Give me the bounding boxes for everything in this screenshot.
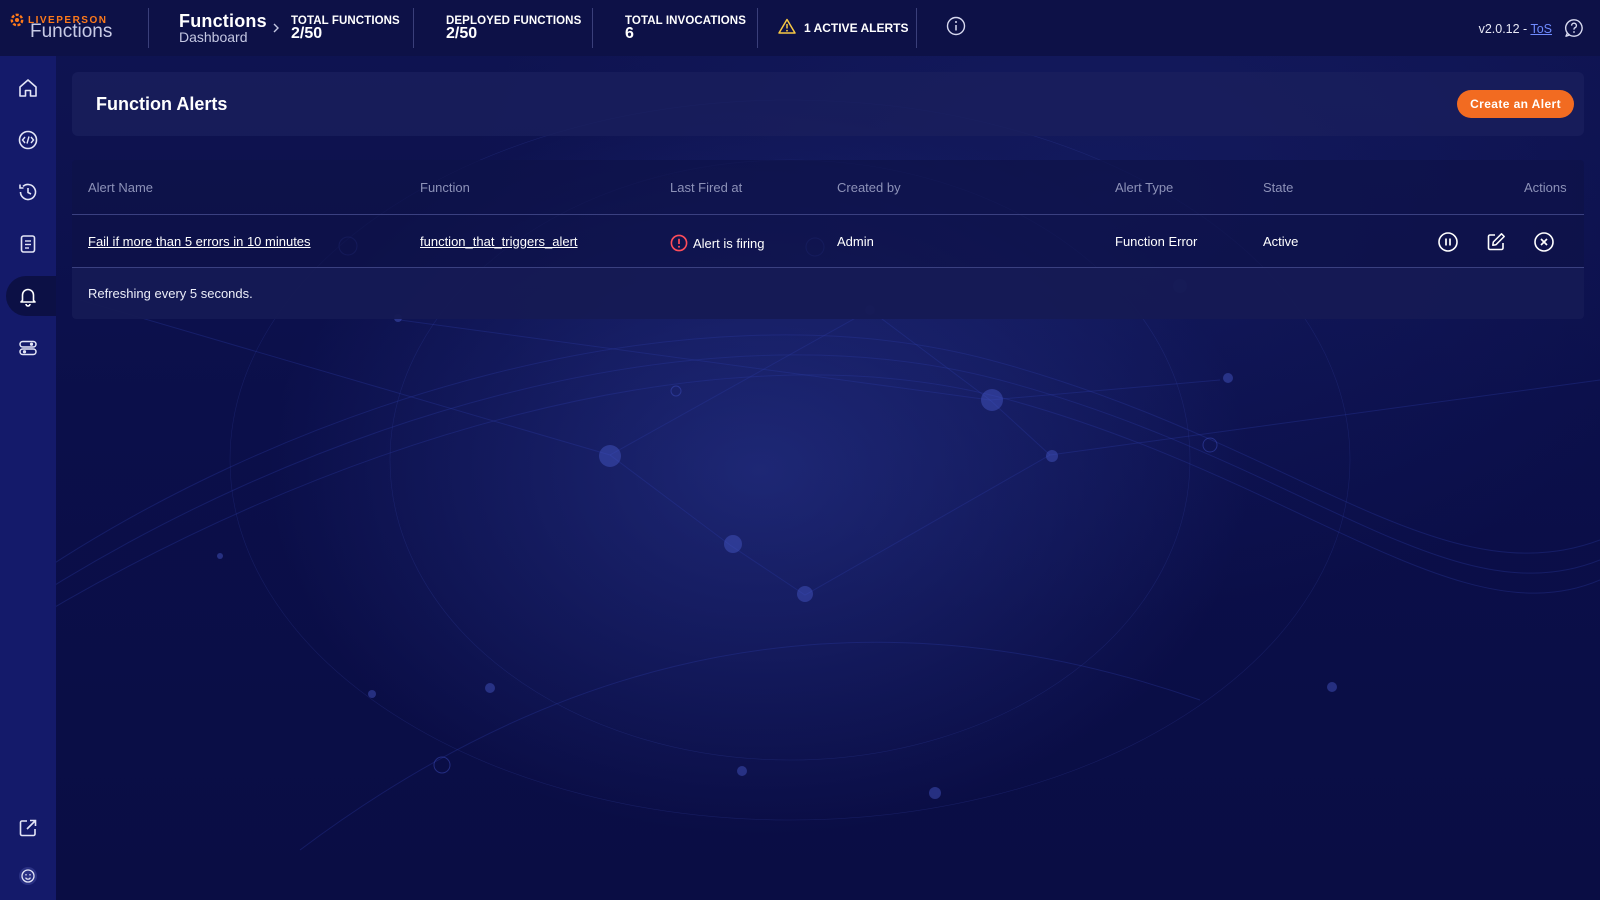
app-subtitle: Dashboard [179, 29, 248, 45]
stat-value: 6 [625, 25, 634, 42]
column-header-state[interactable]: State [1263, 180, 1293, 195]
sidebar-item-external-link[interactable] [0, 806, 56, 850]
table-footer: Refreshing every 5 seconds. [72, 268, 1584, 319]
delete-alert-button[interactable] [1532, 230, 1556, 254]
smiley-icon [19, 867, 37, 885]
column-header-last-fired[interactable]: Last Fired at [670, 180, 742, 195]
edit-alert-button[interactable] [1484, 230, 1508, 254]
settings-toggle-icon [19, 340, 37, 356]
top-bar: LIVEPERSON Functions Functions Dashboard… [0, 0, 1600, 56]
stat-value: 2/50 [446, 25, 478, 42]
code-icon [18, 130, 38, 150]
refresh-status: Refreshing every 5 seconds. [88, 286, 253, 301]
sidebar-item-home[interactable] [0, 66, 56, 110]
page-title: Function Alerts [96, 94, 228, 114]
alert-name-cell: Fail if more than 5 errors in 10 minutes [88, 234, 311, 249]
alert-name-link[interactable]: Fail if more than 5 errors in 10 minutes [88, 234, 311, 249]
help-icon[interactable] [1564, 18, 1584, 43]
pause-icon [1438, 232, 1458, 252]
sidebar-item-feedback[interactable] [0, 854, 56, 898]
active-alerts-label: 1 ACTIVE ALERTS [804, 21, 909, 35]
version-text: v2.0.12 - [1478, 22, 1531, 36]
tos-link[interactable]: ToS [1530, 22, 1552, 36]
create-alert-button[interactable]: Create an Alert [1457, 90, 1574, 118]
column-header-alert-name[interactable]: Alert Name [88, 180, 153, 195]
warning-icon [778, 18, 796, 39]
version-info: v2.0.12 - ToS [1479, 22, 1552, 36]
last-fired-text: Alert is firing [693, 235, 765, 251]
state-cell: Active [1263, 234, 1299, 249]
alert-firing-icon [670, 234, 688, 252]
function-link[interactable]: function_that_triggers_alert [420, 234, 578, 249]
stat-label: TOTAL INVOCATIONS [625, 15, 746, 27]
info-button[interactable] [917, 0, 995, 56]
stat-total-functions: TOTAL FUNCTIONS 2/50 [291, 0, 413, 56]
brand[interactable]: LIVEPERSON Functions [0, 0, 148, 56]
alert-type-cell: Function Error [1115, 234, 1198, 249]
home-icon [19, 79, 37, 97]
page-header: Function Alerts Create an Alert [72, 72, 1584, 136]
info-icon [946, 16, 966, 41]
page-breadcrumb: Functions Dashboard [149, 0, 267, 56]
last-fired-cell: Alert is firing [670, 234, 765, 252]
delete-icon [1534, 232, 1554, 252]
sidebar-item-alerts[interactable] [0, 274, 56, 318]
edit-icon [1487, 233, 1505, 251]
created-by-cell: Admin [837, 234, 874, 249]
column-header-created-by[interactable]: Created by [837, 180, 901, 195]
alerts-table: Alert Name Function Last Fired at Create… [72, 160, 1584, 319]
bell-icon [20, 288, 36, 307]
column-header-function[interactable]: Function [420, 180, 470, 195]
sidebar-item-history[interactable] [0, 170, 56, 214]
pause-alert-button[interactable] [1436, 230, 1460, 254]
active-alerts-indicator[interactable]: 1 ACTIVE ALERTS [758, 0, 916, 56]
liveperson-logo-icon [10, 13, 24, 27]
stat-deployed-functions: DEPLOYED FUNCTIONS 2/50 [414, 0, 592, 56]
column-header-actions: Actions [1524, 180, 1567, 195]
history-icon [19, 183, 37, 201]
sidebar-item-logs[interactable] [0, 222, 56, 266]
stat-total-invocations: TOTAL INVOCATIONS 6 [593, 0, 757, 56]
logs-icon [20, 235, 36, 253]
sidebar-item-settings[interactable] [0, 326, 56, 370]
sidebar-item-functions[interactable] [0, 118, 56, 162]
function-cell: function_that_triggers_alert [420, 234, 578, 249]
external-link-icon [19, 819, 37, 837]
column-header-alert-type[interactable]: Alert Type [1115, 180, 1173, 195]
row-divider [72, 214, 1584, 215]
brand-product: Functions [30, 21, 113, 42]
stat-value: 2/50 [291, 25, 323, 42]
sidebar [0, 56, 56, 900]
